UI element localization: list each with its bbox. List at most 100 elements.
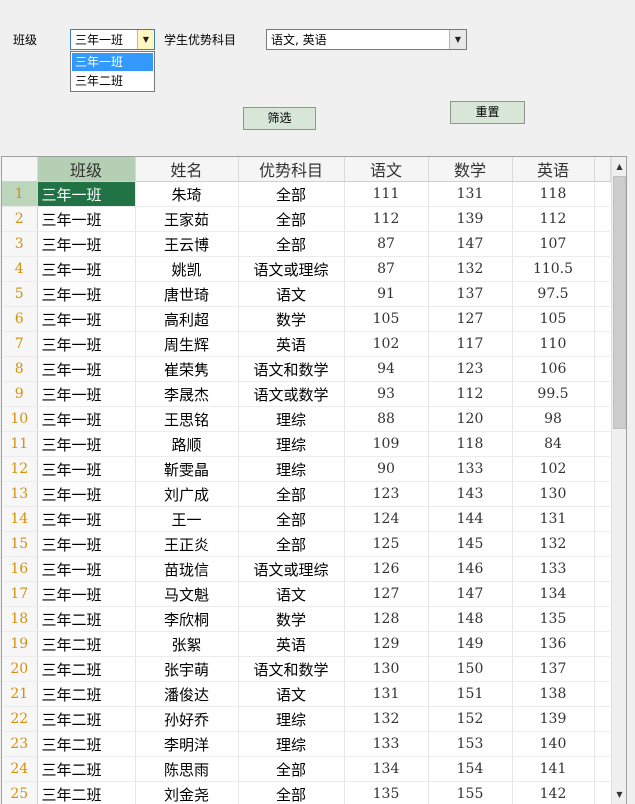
cell-chinese[interactable]: 131 <box>344 681 429 707</box>
cell-class[interactable]: 三年一班 <box>37 406 136 432</box>
cell-name[interactable]: 马文魁 <box>135 581 239 607</box>
class-option[interactable]: 三年一班 <box>72 53 153 71</box>
student-grid[interactable]: 班级 姓名 优势科目 语文 数学 英语 1 三年一班 朱琦 全部 111 131 118 2 三… <box>1 156 627 804</box>
cell-english[interactable]: 102 <box>512 456 595 482</box>
cell-class[interactable]: 三年二班 <box>37 606 136 632</box>
row-number[interactable]: 25 <box>2 781 38 804</box>
row-number[interactable]: 6 <box>2 306 38 332</box>
cell-math[interactable]: 133 <box>428 456 513 482</box>
cell-class[interactable]: 三年二班 <box>37 706 136 732</box>
cell-chinese[interactable]: 126 <box>344 556 429 582</box>
cell-math[interactable]: 139 <box>428 206 513 232</box>
cell-name[interactable]: 王思铭 <box>135 406 239 432</box>
table-row[interactable]: 16 三年一班 苗珑信 语文或理综 126 146 133 <box>2 556 610 582</box>
table-row[interactable]: 21 三年二班 潘俊达 语文 131 151 138 <box>2 681 610 707</box>
row-number[interactable]: 2 <box>2 206 38 232</box>
cell-math[interactable]: 148 <box>428 606 513 632</box>
cell-math[interactable]: 144 <box>428 506 513 532</box>
cell-class[interactable]: 三年一班 <box>37 206 136 232</box>
cell-chinese[interactable]: 130 <box>344 656 429 682</box>
cell-english[interactable]: 107 <box>512 231 595 257</box>
cell-class[interactable]: 三年二班 <box>37 656 136 682</box>
cell-name[interactable]: 刘金尧 <box>135 781 239 804</box>
cell-math[interactable]: 131 <box>428 181 513 207</box>
cell-class[interactable]: 三年二班 <box>37 731 136 757</box>
scrollbar-thumb[interactable] <box>613 176 626 429</box>
cell-math[interactable]: 143 <box>428 481 513 507</box>
cell-math[interactable]: 127 <box>428 306 513 332</box>
cell-advantage[interactable]: 理综 <box>238 456 345 482</box>
cell-chinese[interactable]: 124 <box>344 506 429 532</box>
class-combobox[interactable]: 三年一班 ▼ <box>70 29 155 50</box>
cell-name[interactable]: 崔荣隽 <box>135 356 239 382</box>
cell-advantage[interactable]: 全部 <box>238 531 345 557</box>
cell-math[interactable]: 152 <box>428 706 513 732</box>
cell-advantage[interactable]: 语文 <box>238 581 345 607</box>
cell-english[interactable]: 106 <box>512 356 595 382</box>
cell-advantage[interactable]: 全部 <box>238 781 345 804</box>
cell-name[interactable]: 潘俊达 <box>135 681 239 707</box>
table-row[interactable]: 1 三年一班 朱琦 全部 111 131 118 <box>2 181 610 207</box>
subject-combobox[interactable]: 语文, 英语 ▼ <box>266 29 467 50</box>
column-header-english[interactable]: 英语 <box>512 157 595 182</box>
cell-class[interactable]: 三年一班 <box>37 556 136 582</box>
cell-class[interactable]: 三年一班 <box>37 456 136 482</box>
cell-advantage[interactable]: 语文 <box>238 281 345 307</box>
cell-english[interactable]: 133 <box>512 556 595 582</box>
cell-advantage[interactable]: 全部 <box>238 481 345 507</box>
row-number[interactable]: 20 <box>2 656 38 682</box>
row-number[interactable]: 1 <box>2 181 38 207</box>
table-row[interactable]: 14 三年一班 王一 全部 124 144 131 <box>2 506 610 532</box>
table-row[interactable]: 7 三年一班 周生辉 英语 102 117 110 <box>2 331 610 357</box>
cell-chinese[interactable]: 127 <box>344 581 429 607</box>
cell-math[interactable]: 137 <box>428 281 513 307</box>
arrow-up-icon[interactable]: ▲ <box>612 158 626 174</box>
cell-class[interactable]: 三年一班 <box>37 181 136 207</box>
cell-class[interactable]: 三年二班 <box>37 756 136 782</box>
filter-button[interactable]: 筛选 <box>243 107 316 130</box>
cell-advantage[interactable]: 语文和数学 <box>238 656 345 682</box>
cell-math[interactable]: 145 <box>428 531 513 557</box>
cell-advantage[interactable]: 理综 <box>238 406 345 432</box>
cell-english[interactable]: 98 <box>512 406 595 432</box>
cell-class[interactable]: 三年一班 <box>37 481 136 507</box>
cell-name[interactable]: 路顺 <box>135 431 239 457</box>
cell-chinese[interactable]: 125 <box>344 531 429 557</box>
cell-advantage[interactable]: 数学 <box>238 606 345 632</box>
column-header-math[interactable]: 数学 <box>428 157 513 182</box>
column-header-advantage[interactable]: 优势科目 <box>238 157 345 182</box>
cell-english[interactable]: 135 <box>512 606 595 632</box>
cell-class[interactable]: 三年一班 <box>37 231 136 257</box>
table-row[interactable]: 25 三年二班 刘金尧 全部 135 155 142 <box>2 781 610 804</box>
cell-math[interactable]: 120 <box>428 406 513 432</box>
cell-english[interactable]: 139 <box>512 706 595 732</box>
table-row[interactable]: 22 三年二班 孙好乔 理综 132 152 139 <box>2 706 610 732</box>
cell-english[interactable]: 140 <box>512 731 595 757</box>
cell-name[interactable]: 苗珑信 <box>135 556 239 582</box>
cell-name[interactable]: 陈思雨 <box>135 756 239 782</box>
table-row[interactable]: 17 三年一班 马文魁 语文 127 147 134 <box>2 581 610 607</box>
cell-chinese[interactable]: 133 <box>344 731 429 757</box>
cell-advantage[interactable]: 语文和数学 <box>238 356 345 382</box>
cell-english[interactable]: 134 <box>512 581 595 607</box>
row-number[interactable]: 22 <box>2 706 38 732</box>
row-number[interactable]: 10 <box>2 406 38 432</box>
cell-name[interactable]: 高利超 <box>135 306 239 332</box>
cell-english[interactable]: 97.5 <box>512 281 595 307</box>
cell-english[interactable]: 142 <box>512 781 595 804</box>
cell-class[interactable]: 三年一班 <box>37 356 136 382</box>
cell-english[interactable]: 136 <box>512 631 595 657</box>
cell-english[interactable]: 84 <box>512 431 595 457</box>
cell-class[interactable]: 三年一班 <box>37 256 136 282</box>
cell-chinese[interactable]: 135 <box>344 781 429 804</box>
cell-english[interactable]: 137 <box>512 656 595 682</box>
column-header-name[interactable]: 姓名 <box>135 157 239 182</box>
cell-english[interactable]: 112 <box>512 206 595 232</box>
cell-math[interactable]: 153 <box>428 731 513 757</box>
cell-math[interactable]: 150 <box>428 656 513 682</box>
cell-advantage[interactable]: 英语 <box>238 631 345 657</box>
cell-english[interactable]: 110 <box>512 331 595 357</box>
cell-advantage[interactable]: 英语 <box>238 331 345 357</box>
cell-name[interactable]: 唐世琦 <box>135 281 239 307</box>
row-number[interactable]: 23 <box>2 731 38 757</box>
